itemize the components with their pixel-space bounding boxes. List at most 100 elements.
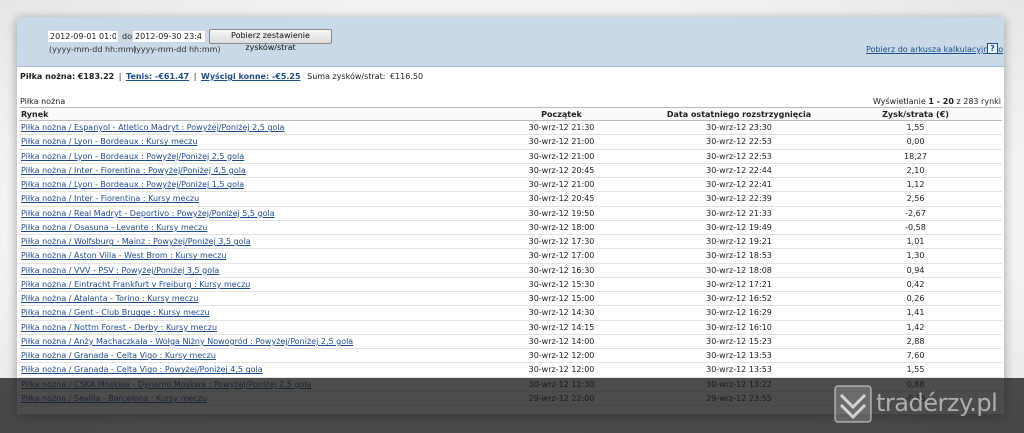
market-link[interactable]: Piłka nożna / Inter - Fiorentina : Powyż… <box>21 166 246 175</box>
market-link[interactable]: Piłka nożna / Aston Villa - West Brom : … <box>21 251 226 260</box>
market-link[interactable]: Piłka nożna / Espanyol - Atletico Madryt… <box>21 123 284 132</box>
table-row: Piłka nożna / Inter - Fiorentina : Kursy… <box>19 191 1002 207</box>
settled-time: 30-wrz-12 15:23 <box>649 334 829 350</box>
start-time: 30-wrz-12 20:45 <box>474 163 649 179</box>
start-time: 30-wrz-12 14:15 <box>474 320 649 335</box>
table-row: Piłka nożna / Nottm Forest - Derby : Kur… <box>19 320 1002 335</box>
settled-time: 30-wrz-12 22:53 <box>649 149 829 164</box>
start-time: 30-wrz-12 21:00 <box>474 134 649 150</box>
start-time: 30-wrz-12 21:00 <box>474 149 649 164</box>
table-row: Piłka nożna / Wolfsburg - Mainz : Powyże… <box>19 234 1002 250</box>
market-link[interactable]: Piłka nożna / Lyon - Bordeaux : Powyżej/… <box>21 180 244 189</box>
tennis-summary-link[interactable]: Tenis: -€61.47 <box>126 72 189 81</box>
market-link[interactable]: Piłka nożna / Wolfsburg - Mainz : Powyże… <box>21 237 251 246</box>
table-row: Piłka nożna / Granada - Celta Vigo : Kur… <box>19 348 1002 364</box>
column-header-start[interactable]: Początek <box>474 107 649 121</box>
section-title: Piłka nożna <box>20 97 66 106</box>
table-row: Piłka nożna / Atalanta - Torino : Kursy … <box>19 291 1002 307</box>
market-cell: Piłka nożna / Inter - Fiorentina : Powyż… <box>19 163 474 179</box>
start-time: 30-wrz-12 12:00 <box>474 348 649 364</box>
pagination-info: Wyświetlanie 1 - 20 z 283 rynki <box>873 97 1001 106</box>
football-summary-value: €183.22 <box>77 72 115 81</box>
column-header-profit[interactable]: Zysk/strata (€) <box>829 107 1002 121</box>
market-cell: Piłka nożna / Real Madryt - Deportivo : … <box>19 206 474 221</box>
settled-time: 30-wrz-12 13:53 <box>649 348 829 364</box>
table-body: Piłka nożna / Espanyol - Atletico Madryt… <box>19 120 1002 407</box>
football-summary-label: Piłka nożna: <box>20 72 76 81</box>
table-header-row: Rynek Początek Data ostatniego rozstrzyg… <box>19 107 1002 121</box>
settled-time: 30-wrz-12 23:30 <box>649 120 829 136</box>
profit-loss: 1,55 <box>829 362 1002 378</box>
start-time: 30-wrz-12 21:00 <box>474 177 649 193</box>
market-link[interactable]: Piłka nożna / Atalanta - Torino : Kursy … <box>21 294 198 303</box>
total-label: Suma zysków/strat: <box>307 72 386 81</box>
settled-time: 30-wrz-12 18:08 <box>649 263 829 278</box>
table-row: Piłka nożna / Lyon - Bordeaux : Powyżej/… <box>19 177 1002 193</box>
profit-loss: 1,55 <box>829 120 1002 136</box>
date-to-input[interactable] <box>132 30 206 43</box>
market-cell: Piłka nożna / Lyon - Bordeaux : Kursy me… <box>19 134 474 150</box>
export-spreadsheet-link[interactable]: Pobierz do arkusza kalkulacyjnego <box>866 45 1003 54</box>
profit-loss: 7,60 <box>829 348 1002 364</box>
market-cell: Piłka nożna / Lyon - Bordeaux : Powyżej/… <box>19 149 474 164</box>
market-link[interactable]: Piłka nożna / Gent - Club Brugge : Kursy… <box>21 308 210 317</box>
market-cell: Piłka nożna / Granada - Celta Vigo : Kur… <box>19 348 474 364</box>
market-cell: Piłka nożna / Wolfsburg - Mainz : Powyże… <box>19 234 474 250</box>
market-cell: Piłka nożna / Nottm Forest - Derby : Kur… <box>19 320 474 335</box>
market-link[interactable]: Piłka nożna / Anży Machaczkała - Wołga N… <box>21 337 353 346</box>
table-row: Piłka nożna / Gent - Club Brugge : Kursy… <box>19 305 1002 321</box>
market-link[interactable]: Piłka nożna / Lyon - Bordeaux : Powyżej/… <box>21 152 244 161</box>
market-link[interactable]: Piłka nożna / Nottm Forest - Derby : Kur… <box>21 323 217 332</box>
table-row: Piłka nożna / Anży Machaczkała - Wołga N… <box>19 334 1002 350</box>
column-header-market[interactable]: Rynek <box>19 107 474 121</box>
profit-loss: -2,67 <box>829 206 1002 221</box>
profit-loss: 1,12 <box>829 177 1002 193</box>
tradérzy-logo-icon <box>834 385 872 423</box>
pagination-prefix: Wyświetlanie <box>872 97 926 106</box>
start-time: 30-wrz-12 16:30 <box>474 263 649 278</box>
settled-time: 30-wrz-12 22:53 <box>649 134 829 150</box>
date-from-input[interactable] <box>47 30 119 43</box>
watermark-text: tradérzy.pl <box>876 389 998 417</box>
start-time: 30-wrz-12 14:00 <box>474 334 649 350</box>
settled-time: 30-wrz-12 22:41 <box>649 177 829 193</box>
market-link[interactable]: Piłka nożna / Granada - Celta Vigo : Kur… <box>21 351 216 360</box>
settled-time: 30-wrz-12 13:53 <box>649 362 829 378</box>
market-link[interactable]: Piłka nożna / Eintracht Frankfurt v Frei… <box>21 280 250 289</box>
market-cell: Piłka nożna / Atalanta - Torino : Kursy … <box>19 291 474 307</box>
market-link[interactable]: Piłka nożna / Granada - Celta Vigo : Pow… <box>21 365 263 374</box>
table-row: Piłka nożna / Espanyol - Atletico Madryt… <box>19 120 1002 136</box>
market-cell: Piłka nożna / Granada - Celta Vigo : Pow… <box>19 362 474 378</box>
settled-time: 30-wrz-12 18:53 <box>649 248 829 264</box>
get-report-button[interactable]: Pobierz zestawienie zysków/strat <box>209 29 332 52</box>
start-time: 30-wrz-12 21:30 <box>474 120 649 136</box>
summary-separator: | <box>118 72 122 81</box>
profit-loss-panel: do (yyyy-mm-dd hh:mm) (yyyy-mm-dd hh:mm)… <box>17 17 1004 414</box>
column-header-settled[interactable]: Data ostatniego rozstrzygnięcia <box>649 107 829 121</box>
market-link[interactable]: Piłka nożna / Osasuna - Levante : Kursy … <box>21 223 207 232</box>
profit-loss: 1,01 <box>829 234 1002 250</box>
start-time: 30-wrz-12 18:00 <box>474 220 649 236</box>
table-row: Piłka nożna / Real Madryt - Deportivo : … <box>19 206 1002 221</box>
settled-time: 30-wrz-12 16:29 <box>649 305 829 321</box>
table-row: Piłka nożna / Granada - Celta Vigo : Pow… <box>19 362 1002 378</box>
table-row: Piłka nożna / Aston Villa - West Brom : … <box>19 248 1002 264</box>
market-link[interactable]: Piłka nożna / Inter - Fiorentina : Kursy… <box>21 194 199 203</box>
settled-time: 30-wrz-12 16:10 <box>649 320 829 335</box>
profit-loss: 1,41 <box>829 305 1002 321</box>
market-cell: Piłka nożna / Osasuna - Levante : Kursy … <box>19 220 474 236</box>
market-cell: Piłka nożna / Eintracht Frankfurt v Frei… <box>19 277 474 293</box>
market-link[interactable]: Piłka nożna / Lyon - Bordeaux : Kursy me… <box>21 137 197 146</box>
settled-time: 30-wrz-12 19:49 <box>649 220 829 236</box>
summary-separator: | <box>193 72 197 81</box>
market-link[interactable]: Piłka nożna / VVV - PSV : Powyżej/Poniże… <box>21 266 219 275</box>
markets-table: Rynek Początek Data ostatniego rozstrzyg… <box>19 107 1002 407</box>
profit-loss: 0,94 <box>829 263 1002 278</box>
horse-racing-summary-link[interactable]: Wyścigi konne: -€5.25 <box>201 72 301 81</box>
pagination-range: 1 - 20 <box>928 97 954 106</box>
profit-loss: 2,56 <box>829 191 1002 207</box>
start-time: 30-wrz-12 17:30 <box>474 234 649 250</box>
help-icon[interactable]: ? <box>987 43 998 54</box>
market-cell: Piłka nożna / Espanyol - Atletico Madryt… <box>19 120 474 136</box>
market-link[interactable]: Piłka nożna / Real Madryt - Deportivo : … <box>21 209 275 218</box>
